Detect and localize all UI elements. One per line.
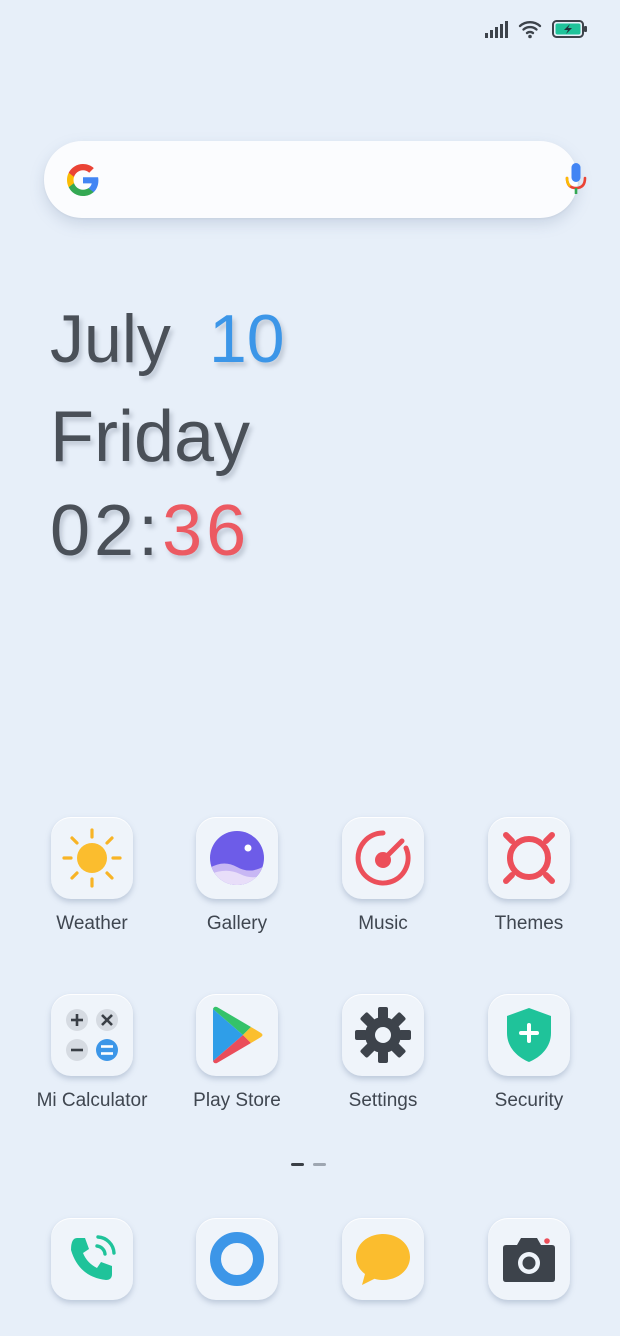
- play-store-icon: [213, 1006, 263, 1064]
- app-label: Settings: [348, 1090, 418, 1111]
- messages-icon: [356, 1234, 410, 1285]
- gallery-icon: [210, 831, 264, 885]
- app-label: Security: [494, 1090, 564, 1111]
- app-icon-messages[interactable]: [342, 1218, 424, 1300]
- gear-icon: [355, 1007, 411, 1063]
- themes-icon: [503, 832, 555, 884]
- app-icon-calculator[interactable]: [51, 994, 133, 1076]
- app-icon-browser[interactable]: [196, 1218, 278, 1300]
- time-hours: 02: [50, 491, 139, 571]
- app-gallery[interactable]: Gallery: [164, 817, 310, 935]
- time-minutes: 36: [162, 491, 251, 571]
- browser-icon: [210, 1232, 264, 1286]
- day-number: 10: [208, 301, 285, 377]
- app-icon-phone[interactable]: [51, 1218, 133, 1300]
- app-weather[interactable]: Weather: [19, 817, 165, 935]
- battery-charging-icon: [552, 20, 587, 38]
- app-mi-calculator[interactable]: Mi Calculator: [19, 994, 165, 1112]
- wifi-icon: [518, 21, 542, 39]
- app-icon-themes[interactable]: [488, 817, 570, 899]
- time-separator: :: [138, 491, 163, 571]
- app-label: Mi Calculator: [36, 1090, 148, 1111]
- date-month-day: July 10: [50, 300, 285, 378]
- dock-browser[interactable]: [164, 1218, 310, 1300]
- microphone-icon[interactable]: [563, 161, 589, 199]
- dock-phone[interactable]: [19, 1218, 165, 1300]
- calculator-icon: [66, 1009, 118, 1061]
- page-indicator[interactable]: [291, 1163, 326, 1166]
- camera-icon: [503, 1238, 555, 1282]
- sun-icon: [62, 828, 122, 888]
- app-label: Play Store: [193, 1090, 281, 1111]
- app-icon-gallery[interactable]: [196, 817, 278, 899]
- app-security[interactable]: Security: [456, 994, 602, 1112]
- shield-icon: [507, 1008, 551, 1062]
- app-icon-settings[interactable]: [342, 994, 424, 1076]
- app-label: Music: [358, 913, 408, 934]
- music-icon: [355, 830, 411, 886]
- status-bar: [484, 14, 588, 44]
- dock-messages[interactable]: [310, 1218, 456, 1300]
- app-play-store[interactable]: Play Store: [164, 994, 310, 1112]
- dock-camera[interactable]: [456, 1218, 602, 1300]
- app-music[interactable]: Music: [310, 817, 456, 935]
- time-display: 02:36: [50, 490, 250, 572]
- google-search-bar[interactable]: [44, 141, 587, 218]
- app-icon-weather[interactable]: [51, 817, 133, 899]
- app-label: Gallery: [206, 913, 268, 934]
- app-icon-security[interactable]: [488, 994, 570, 1076]
- phone-icon: [71, 1235, 116, 1280]
- app-settings[interactable]: Settings: [310, 994, 456, 1112]
- app-label: Themes: [494, 913, 564, 934]
- app-icon-camera[interactable]: [488, 1218, 570, 1300]
- app-themes[interactable]: Themes: [456, 817, 602, 935]
- weekday-label: Friday: [50, 397, 251, 477]
- signal-icon: [485, 21, 508, 38]
- month-label: July: [50, 301, 171, 377]
- app-icon-music[interactable]: [342, 817, 424, 899]
- google-g-icon: [67, 164, 99, 196]
- app-label: Weather: [56, 913, 128, 934]
- page-dot-active[interactable]: [291, 1163, 304, 1166]
- app-icon-play-store[interactable]: [196, 994, 278, 1076]
- page-dot[interactable]: [313, 1163, 326, 1166]
